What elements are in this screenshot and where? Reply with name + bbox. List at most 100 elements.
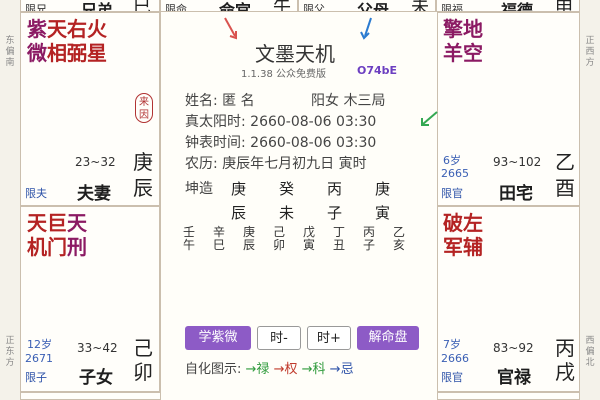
star-xiang: 相 — [47, 41, 67, 65]
cycle-item: 戊寅 — [303, 225, 316, 252]
property-tag: 限官 — [441, 187, 463, 200]
star-you: 右 — [67, 17, 87, 41]
hour-minus-button[interactable]: 时- — [257, 326, 301, 350]
decode-chart-button[interactable]: 解命盘 — [357, 326, 419, 350]
property-range: 93~102 — [493, 155, 542, 169]
star-di: 地 — [463, 17, 483, 41]
cycle-item: 壬午 — [183, 225, 196, 252]
day-stem: 丙 — [327, 180, 343, 198]
palace-cell-fortune[interactable]: 限福 福德 申 — [436, 0, 580, 12]
star-kong: 空 — [463, 41, 483, 65]
star-zi: 紫 — [27, 17, 47, 41]
month-stem: 癸 — [279, 180, 295, 198]
legend-ke: →科 — [301, 362, 326, 377]
palace-cell-spouse[interactable]: 紫天右火 微相弼星 来 因 23~32 庚 限夫 夫妻 辰 — [20, 12, 160, 206]
career-age: 7岁 — [443, 338, 461, 351]
children-tag: 限子 — [25, 371, 47, 384]
gender-line: 阳女 木三局 — [311, 93, 386, 109]
property-palace: 田宅 — [499, 184, 533, 204]
right-direction-strip: 正西方 西偏北 — [579, 0, 600, 400]
spouse-tag: 限夫 — [25, 187, 47, 200]
hour-plus-button[interactable]: 时+ — [307, 326, 351, 350]
cycle-item: 己卯 — [273, 225, 286, 252]
star-men: 门 — [47, 235, 67, 259]
laiyin-badge-bottom: 因 — [139, 110, 149, 121]
career-palace: 官禄 — [497, 368, 531, 388]
spouse-palace: 夫妻 — [77, 184, 111, 204]
direction-right-top: 正西方 — [585, 36, 595, 68]
property-stars: 擎地 羊空 — [443, 17, 483, 65]
property-branch: 酉 — [555, 176, 575, 200]
children-branch: 卯 — [133, 360, 153, 384]
children-palace: 子女 — [79, 368, 113, 388]
palace-cell-siblings[interactable]: 限兄 兄弟 巳 — [20, 0, 160, 12]
star-ju: 巨 — [47, 211, 67, 235]
star-xing: 星 — [87, 41, 107, 65]
palace-cell-parents[interactable]: 限父 父母 未 — [298, 0, 436, 12]
star-huo: 火 — [87, 17, 107, 41]
green-arrow-icon — [421, 111, 438, 126]
blue-arrow-icon — [360, 17, 372, 40]
spouse-stars: 紫天右火 微相弼星 — [27, 17, 107, 65]
children-age: 12岁 — [27, 338, 52, 351]
day-branch: 子 — [327, 204, 343, 222]
star-po: 破 — [443, 211, 463, 235]
star-bi: 弼 — [67, 41, 87, 65]
app-title: 文墨天机 — [255, 42, 335, 66]
star-qing: 擎 — [443, 17, 463, 41]
children-stars: 天巨天 机门刑 — [27, 211, 87, 259]
year-stem: 庚 — [231, 180, 247, 198]
laiyin-badge[interactable]: 来 因 — [135, 93, 153, 123]
siblings-branch: 巳 — [133, 0, 151, 12]
palace-cell-career[interactable]: 破左 军辅 7岁 2666 限官 83~92 丙 官禄 戌 — [436, 206, 580, 392]
star-jun: 军 — [443, 235, 463, 259]
clock-time: 钟表时间: 2660-08-06 03:30 — [185, 135, 377, 151]
true-solar-time: 真太阳时: 2660-08-06 03:30 — [185, 114, 377, 130]
children-range: 33~42 — [77, 341, 118, 355]
star-tian: 天 — [47, 17, 67, 41]
life-tag: 限命 — [165, 3, 187, 12]
self-transform-legend: 自化图示: →禄 →权 →科 →忌 — [185, 358, 354, 377]
palace-cell-property[interactable]: 擎地 羊空 6岁 2665 限官 93~102 乙 田宅 酉 — [436, 12, 580, 206]
property-year: 2665 — [441, 167, 469, 180]
siblings-palace: 兄弟 — [81, 1, 114, 12]
cycle-item: 辛巳 — [213, 225, 226, 252]
laiyin-badge-top: 来 — [139, 97, 149, 108]
month-branch: 未 — [279, 204, 295, 222]
left-direction-strip: 东偏南 正东方 — [0, 0, 21, 400]
red-arrow-icon — [224, 17, 237, 40]
palace-cell-children[interactable]: 天巨天 机门刑 12岁 2671 限子 33~42 己 子女 卯 — [20, 206, 160, 392]
cycle-item: 丁丑 — [333, 225, 346, 252]
fortune-palace: 福德 — [501, 1, 534, 12]
property-stem: 乙 — [555, 150, 575, 174]
star-wei: 微 — [27, 41, 47, 65]
career-branch: 戌 — [555, 360, 575, 384]
name-line: 姓名: 匿 名 — [185, 93, 255, 109]
career-range: 83~92 — [493, 341, 534, 355]
siblings-tag: 限兄 — [25, 3, 47, 12]
cycle-item: 乙亥 — [393, 225, 406, 252]
star-zuo: 左 — [463, 211, 483, 235]
star-tian-xing: 天 — [67, 211, 87, 235]
cycle-item: 庚辰 — [243, 225, 256, 252]
direction-left-top: 东偏南 — [5, 36, 15, 68]
legend-label: 自化图示: — [185, 362, 242, 377]
property-age: 6岁 — [443, 154, 461, 167]
app-version: 1.1.38 公众免费版 — [241, 69, 326, 80]
children-year: 2671 — [25, 352, 53, 365]
legend-quan: →权 — [273, 362, 298, 377]
life-branch: 午 — [273, 0, 291, 12]
legend-ji: →忌 — [329, 362, 354, 377]
children-stem: 己 — [133, 336, 153, 360]
spouse-branch: 辰 — [133, 176, 153, 200]
learn-ziwei-button[interactable]: 学紫微 — [185, 326, 251, 350]
spouse-stem: 庚 — [133, 150, 153, 174]
direction-left-bottom: 正东方 — [5, 336, 15, 368]
star-ji: 机 — [27, 235, 47, 259]
star-xing-punish: 刑 — [67, 235, 87, 259]
palace-cell-life[interactable]: 限命 命宫 午 — [160, 0, 298, 12]
legend-lu: →禄 — [245, 362, 270, 377]
lunar-date: 农历: 庚辰年七月初九日 寅时 — [185, 156, 367, 172]
life-palace: 命宫 — [219, 1, 252, 12]
year-branch: 辰 — [231, 204, 247, 222]
